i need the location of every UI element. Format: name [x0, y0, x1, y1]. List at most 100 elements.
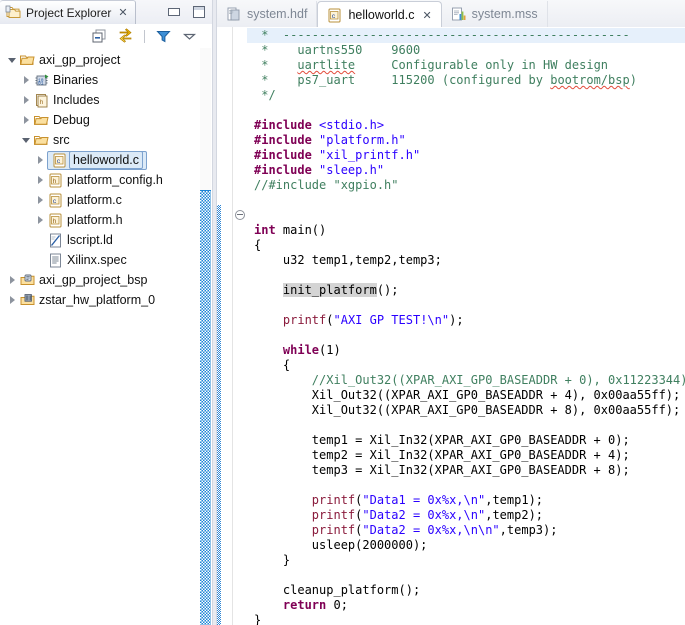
tree-item-platform-config-h[interactable]: h platform_config.h — [0, 170, 200, 190]
code-line: temp3 = Xil_In32(XPAR_AXI_GP0_BASEADDR +… — [254, 463, 630, 477]
collapse-all-icon[interactable] — [91, 28, 108, 45]
code-line: cleanup_platform(); — [254, 583, 421, 597]
tree-item-platform-h[interactable]: h platform.h — [0, 210, 200, 230]
twisty-collapsed-icon[interactable] — [34, 170, 47, 190]
svg-text:h: h — [53, 218, 57, 225]
code-line: } — [254, 553, 291, 567]
twisty-collapsed-icon[interactable] — [34, 210, 47, 230]
editor-area: system.hdf c helloworld.c ✕ system.mss * ---… — [217, 0, 685, 625]
code-line: printf("AXI GP TEST!\n"); — [282, 313, 464, 327]
code-line: #include "sleep.h" — [254, 163, 385, 177]
twisty-collapsed-icon[interactable] — [6, 290, 19, 310]
svg-text:h: h — [40, 99, 44, 106]
h-file-icon: h — [47, 212, 64, 229]
close-icon[interactable]: ✕ — [118, 7, 127, 18]
editor-tab-helloworld-c[interactable]: c helloworld.c ✕ — [317, 1, 442, 28]
code-line: * --------------------------------------… — [247, 28, 685, 43]
link-with-editor-icon[interactable] — [117, 27, 134, 45]
editor-tab-system-mss[interactable]: system.mss — [442, 1, 548, 27]
editor-gutter[interactable] — [217, 27, 233, 625]
tree-item-binaries[interactable]: 10 01 Binaries — [0, 70, 200, 90]
twisty-collapsed-icon[interactable] — [20, 70, 33, 90]
code-line: //Xil_Out32((XPAR_AXI_GP0_BASEADDR + 0),… — [254, 373, 685, 387]
project-explorer-tabbar: Project Explorer ✕ — [0, 0, 212, 24]
editor-tab-close-icon[interactable]: ✕ — [422, 10, 431, 21]
fold-collapse-icon[interactable] — [235, 210, 245, 220]
tree-item-zstar-hw-platform-0[interactable]: zstar_hw_platform_0 — [0, 290, 200, 310]
twisty-collapsed-icon[interactable] — [6, 270, 19, 290]
project-tree[interactable]: axi_gp_project 10 01 Binaries h Includes Debug… — [0, 48, 200, 625]
tree-item-content: c platform.c — [47, 190, 122, 210]
code-line: int main() — [254, 223, 327, 237]
spec-file-icon — [47, 252, 64, 269]
editor-folding-column[interactable] — [233, 27, 247, 625]
twisty-collapsed-icon[interactable] — [34, 150, 47, 170]
tree-item-xilinx-spec[interactable]: Xilinx.spec — [0, 250, 200, 270]
tree-item-axi-gp-project[interactable]: axi_gp_project — [0, 50, 200, 70]
view-menu-icon[interactable] — [181, 28, 198, 45]
code-line: * uartlite Configurable only in HW desig… — [254, 58, 609, 72]
twisty-collapsed-icon[interactable] — [20, 90, 33, 110]
project-explorer-icon — [5, 4, 22, 21]
svg-text:c: c — [332, 13, 336, 20]
tree-item-src[interactable]: src — [0, 130, 200, 150]
project-tree-scrollbar-thumb[interactable] — [200, 190, 211, 625]
tree-item-content: h platform.h — [47, 210, 123, 230]
tree-item-content: h Includes — [33, 90, 100, 110]
tree-item-helloworld-c[interactable]: c helloworld.c — [0, 150, 200, 170]
tree-item-platform-c[interactable]: c platform.c — [0, 190, 200, 210]
tree-item-lscript-ld[interactable]: lscript.ld — [0, 230, 200, 250]
tree-item-label: Binaries — [53, 73, 99, 87]
maximize-icon[interactable] — [190, 3, 206, 19]
h-file-icon: h — [47, 172, 64, 189]
tree-item-label: zstar_hw_platform_0 — [39, 293, 156, 307]
twisty-expanded-icon[interactable] — [20, 130, 33, 150]
mss-file-icon — [450, 6, 467, 23]
code-line: printf("Data1 = 0x%x,\n",temp1); — [311, 493, 544, 507]
project-tree-scrollbar[interactable] — [200, 48, 211, 625]
tree-item-selected-box: c helloworld.c — [47, 150, 148, 170]
tree-item-content: axi_gp_project — [19, 50, 120, 70]
code-line: #include "platform.h" — [254, 133, 406, 147]
tree-item-includes[interactable]: h Includes — [0, 90, 200, 110]
code-line: printf("Data2 = 0x%x,\n",temp2); — [311, 508, 544, 522]
code-line: temp2 = Xil_In32(XPAR_AXI_GP0_BASEADDR +… — [254, 448, 630, 462]
tree-item-axi-gp-project-bsp[interactable]: axi_gp_project_bsp — [0, 270, 200, 290]
code-line: */ — [254, 88, 276, 102]
tree-item-label: helloworld.c — [69, 151, 144, 169]
tree-item-content: h platform_config.h — [47, 170, 163, 190]
code-line: temp1 = Xil_In32(XPAR_AXI_GP0_BASEADDR +… — [254, 433, 630, 447]
editor-tabbar: system.hdf c helloworld.c ✕ system.mss — [217, 0, 685, 28]
tab-project-explorer[interactable]: Project Explorer ✕ — [0, 0, 136, 24]
editor-tab-system-hdf[interactable]: system.hdf — [217, 1, 318, 27]
tree-item-label: platform.h — [67, 213, 123, 227]
tree-item-content: axi_gp_project_bsp — [19, 270, 147, 290]
project-explorer-title: Project Explorer — [26, 5, 112, 20]
twisty-collapsed-icon[interactable] — [34, 190, 47, 210]
minimize-icon[interactable] — [165, 3, 181, 19]
editor-tab-label: helloworld.c — [348, 8, 415, 22]
code-line: #include <stdio.h> — [254, 118, 385, 132]
tree-item-label: platform_config.h — [67, 173, 163, 187]
twisty-collapsed-icon[interactable] — [20, 110, 33, 130]
twisty-expanded-icon[interactable] — [6, 50, 19, 70]
code-line: init_platform(); — [282, 283, 399, 297]
svg-text:h: h — [53, 178, 57, 185]
view-window-buttons — [165, 3, 206, 19]
editor-tab-label: system.mss — [471, 7, 538, 21]
tree-item-label: Xilinx.spec — [67, 253, 127, 267]
project-explorer-view: Project Explorer ✕ axi_gp_project 10 01 … — [0, 0, 212, 625]
code-line: } — [254, 613, 262, 625]
tree-item-label: platform.c — [67, 193, 122, 207]
filter-icon[interactable] — [155, 28, 172, 45]
hdf-file-icon — [225, 6, 242, 23]
twisty-none — [34, 250, 47, 270]
tree-item-label: Includes — [53, 93, 100, 107]
code-line: Xil_Out32((XPAR_AXI_GP0_BASEADDR + 8), 0… — [254, 403, 681, 417]
tree-item-debug[interactable]: Debug — [0, 110, 200, 130]
source-code[interactable]: * --------------------------------------… — [247, 27, 685, 625]
